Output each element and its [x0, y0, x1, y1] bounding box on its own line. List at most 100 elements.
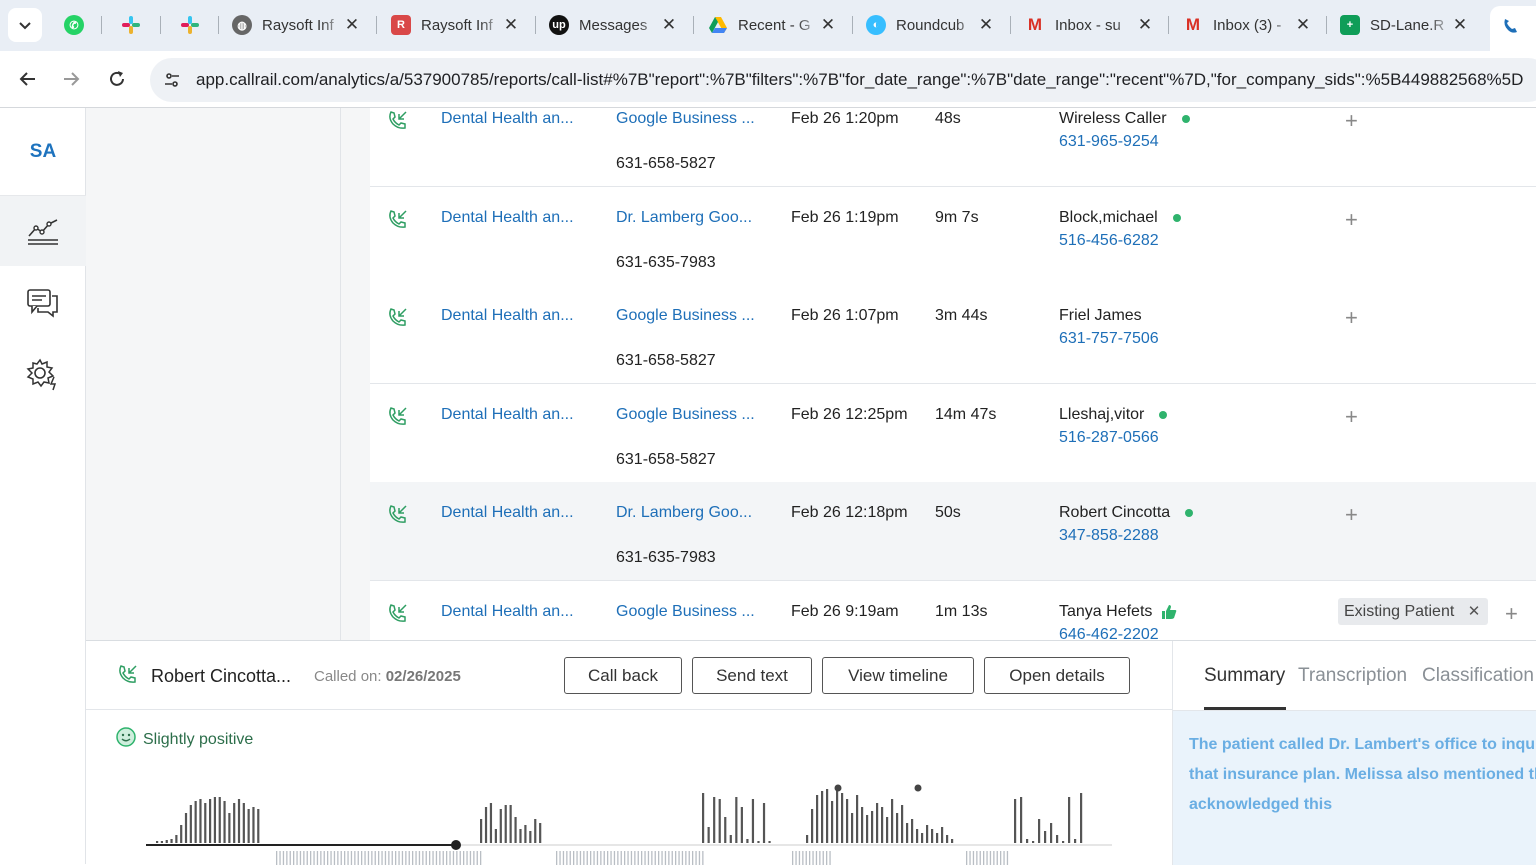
- caller-name: Friel James: [1059, 307, 1142, 325]
- caller-name: Robert Cincotta: [1059, 504, 1194, 522]
- add-tag-button[interactable]: +: [1345, 305, 1358, 331]
- add-tag-button[interactable]: +: [1345, 108, 1358, 134]
- waveform-bar: [729, 835, 732, 843]
- remove-tag-icon[interactable]: ✕: [1468, 598, 1481, 625]
- close-icon[interactable]: ✕: [1135, 15, 1155, 35]
- source-link[interactable]: Google Business ...: [616, 603, 755, 621]
- call-row[interactable]: Dental Health an... Google Business ... 63…: [370, 108, 1536, 187]
- waveform-bar: [916, 829, 919, 843]
- company-link[interactable]: Dental Health an...: [441, 110, 574, 128]
- caller-phone-link[interactable]: 631-757-7506: [1059, 330, 1159, 348]
- call-row[interactable]: Dental Health an... Dr. Lamberg Goo... 631…: [370, 482, 1536, 581]
- close-icon[interactable]: ✕: [1450, 15, 1470, 35]
- transcript-tick: [698, 851, 701, 865]
- close-icon[interactable]: ✕: [501, 15, 521, 35]
- caller-phone-link[interactable]: 516-456-6282: [1059, 232, 1159, 250]
- company-link[interactable]: Dental Health an...: [441, 307, 574, 325]
- status-dot: [1172, 214, 1181, 222]
- url-field[interactable]: app.callrail.com/analytics/a/537900785/r…: [150, 58, 1536, 102]
- company-link[interactable]: Dental Health an...: [441, 603, 574, 621]
- transcript-tick: [378, 851, 380, 865]
- source-link[interactable]: Google Business ...: [616, 307, 755, 325]
- active-tab-indicator: [1204, 707, 1286, 710]
- waveform-bar: [826, 789, 829, 843]
- back-button[interactable]: [12, 63, 44, 95]
- reload-button[interactable]: [101, 63, 133, 95]
- close-icon[interactable]: ✕: [818, 15, 838, 35]
- tab-whatsapp[interactable]: ✆: [64, 8, 88, 42]
- tab-label: Roundcub: [896, 16, 965, 34]
- call-datetime: Feb 26 12:18pm: [791, 504, 908, 521]
- transcript-tick: [299, 851, 302, 865]
- waveform-bar: [524, 825, 527, 843]
- tab-google-drive[interactable]: Recent - G ✕: [708, 8, 838, 42]
- open-details-button[interactable]: Open details: [984, 657, 1130, 694]
- nav-messages[interactable]: [0, 268, 86, 338]
- tab-summary[interactable]: Summary: [1204, 665, 1285, 687]
- close-icon[interactable]: ✕: [1293, 15, 1313, 35]
- company-link[interactable]: Dental Health an...: [441, 406, 574, 424]
- close-icon[interactable]: ✕: [342, 15, 362, 35]
- forward-button[interactable]: [55, 63, 87, 95]
- company-link[interactable]: Dental Health an...: [441, 504, 574, 522]
- tab-callrail-active[interactable]: [1490, 6, 1536, 51]
- source-link[interactable]: Dr. Lamberg Goo...: [616, 209, 752, 227]
- call-waveform[interactable]: [144, 781, 1114, 865]
- caller-name: Tanya Hefets: [1059, 603, 1178, 621]
- tab-raysoft-2[interactable]: R Raysoft Inf ✕: [391, 8, 521, 42]
- tab-messages[interactable]: up Messages ✕: [549, 8, 679, 42]
- waveform-bar: [896, 813, 899, 843]
- company-link[interactable]: Dental Health an...: [441, 209, 574, 227]
- call-duration: 3m 44s: [935, 307, 988, 324]
- caller-phone-link[interactable]: 646-462-2202: [1059, 626, 1159, 640]
- tab-search-button[interactable]: [8, 8, 42, 42]
- add-tag-button[interactable]: +: [1345, 502, 1358, 528]
- tab-classification[interactable]: Classification: [1422, 665, 1534, 687]
- tracking-number: 631-658-5827: [616, 352, 716, 369]
- close-icon[interactable]: ✕: [659, 15, 679, 35]
- inbound-call-icon: [386, 406, 408, 433]
- nav-analytics[interactable]: [0, 196, 86, 266]
- transcript-tick: [627, 851, 629, 865]
- caller-phone-link[interactable]: 516-287-0566: [1059, 429, 1159, 447]
- call-back-button[interactable]: Call back: [564, 657, 682, 694]
- tab-transcription[interactable]: Transcription: [1298, 665, 1407, 687]
- gmail-icon: M: [1185, 15, 1201, 34]
- caller-phone-link[interactable]: 347-858-2288: [1059, 527, 1159, 545]
- view-timeline-button[interactable]: View timeline: [822, 657, 974, 694]
- tab-slack-2[interactable]: [180, 8, 204, 42]
- call-row[interactable]: Dental Health an... Dr. Lamberg Goo... 631…: [370, 187, 1536, 286]
- transcript-tick: [435, 851, 438, 865]
- transcript-tick: [432, 851, 434, 865]
- account-switcher[interactable]: SA: [0, 108, 86, 196]
- caller-name: Block,michael: [1059, 209, 1181, 227]
- source-link[interactable]: Google Business ...: [616, 406, 755, 424]
- caller-phone-link[interactable]: 631-965-9254: [1059, 133, 1159, 151]
- source-link[interactable]: Dr. Lamberg Goo...: [616, 504, 752, 522]
- call-duration: 9m 7s: [935, 209, 979, 226]
- call-row[interactable]: Dental Health an... Google Business ... 63…: [370, 285, 1536, 384]
- close-icon[interactable]: ✕: [976, 15, 996, 35]
- transcript-tick: [596, 851, 599, 865]
- transcript-tick: [425, 851, 427, 865]
- call-row[interactable]: Dental Health an... Google Business ... 63…: [370, 384, 1536, 483]
- tab-slack-1[interactable]: [121, 8, 145, 42]
- nav-settings[interactable]: [0, 339, 86, 409]
- site-settings-icon[interactable]: [160, 68, 184, 92]
- waveform-bar: [931, 829, 934, 843]
- transcript-tick: [289, 851, 291, 865]
- tab-roundcube[interactable]: ◐ Roundcub ✕: [866, 8, 996, 42]
- transcript-tick: [675, 851, 677, 865]
- tab-raysoft-1[interactable]: ◍ Raysoft Inf ✕: [232, 8, 362, 42]
- add-tag-button[interactable]: +: [1505, 601, 1518, 627]
- transcript-tick: [610, 851, 612, 865]
- source-link[interactable]: Google Business ...: [616, 110, 755, 128]
- tab-sd-lane[interactable]: + SD-Lane.R ✕: [1340, 8, 1470, 42]
- tab-inbox-1[interactable]: M Inbox - su ✕: [1025, 8, 1155, 42]
- add-tag-button[interactable]: +: [1345, 404, 1358, 430]
- send-text-button[interactable]: Send text: [692, 657, 812, 694]
- waveform-bar: [751, 799, 755, 843]
- tab-inbox-2[interactable]: M Inbox (3) - ✕: [1183, 8, 1313, 42]
- call-row[interactable]: Dental Health an... Google Business ... Fe…: [370, 581, 1536, 640]
- add-tag-button[interactable]: +: [1345, 207, 1358, 233]
